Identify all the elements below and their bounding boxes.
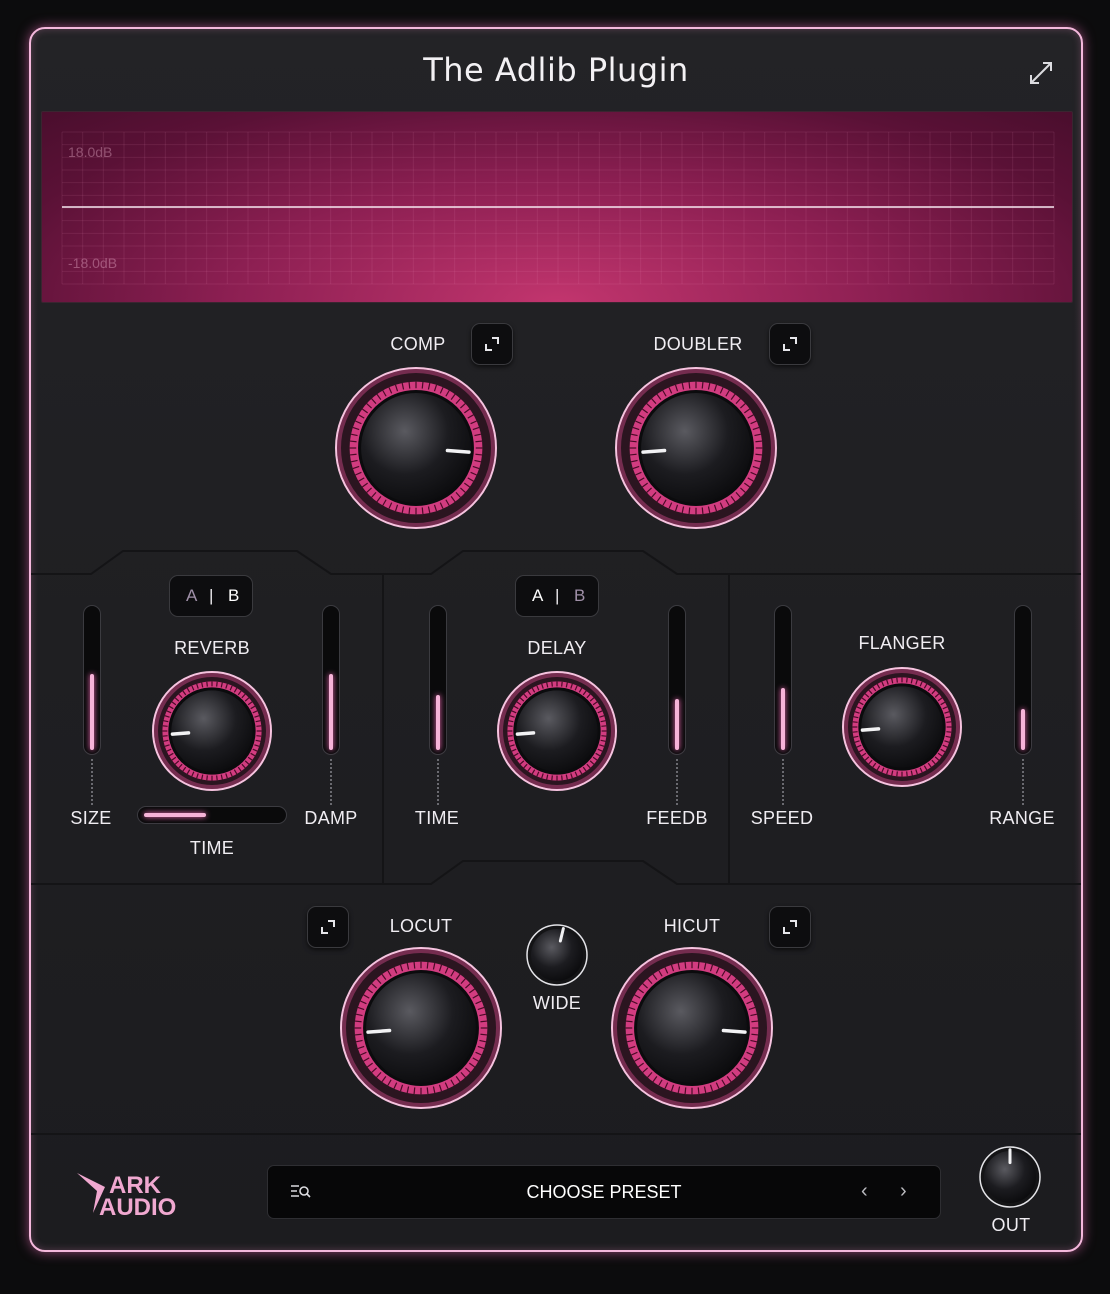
knob-pointer [721,1028,747,1034]
reverb-damp-label: DAMP [304,808,358,828]
hicut-knob[interactable] [609,945,775,1111]
flanger-speed-fader[interactable] [774,605,792,755]
footer-divider [31,1133,1081,1135]
comp-knob[interactable] [333,365,499,531]
dotted-guide [330,759,332,805]
reverb-ab-b[interactable]: B [228,586,239,606]
dotted-guide [1022,759,1024,805]
preset-selector[interactable]: CHOOSE PRESET ‹ › [267,1165,941,1219]
reverb-ab-separator: | [209,586,214,605]
flanger-range-fader[interactable] [1014,605,1032,755]
reverb-ab-toggle[interactable]: A | B [169,575,253,617]
flanger-speed-label: SPEED [750,808,814,828]
delay-knob[interactable] [495,669,619,793]
plugin-window: The Adlib Plugin 18.0dB -18.0dB COMP DOU… [29,27,1083,1252]
delay-label: DELAY [527,638,587,658]
wide-knob[interactable] [525,923,589,987]
knob-pointer [641,448,667,454]
knob-pointer [170,731,191,736]
doubler-knob[interactable] [613,365,779,531]
delay-ab-toggle[interactable]: A | B [515,575,599,617]
reverb-knob[interactable] [150,669,274,793]
knob-pointer [860,727,881,732]
locut-label: LOCUT [389,916,453,936]
knob-pointer [515,731,536,736]
delay-ab-separator: | [555,586,560,605]
doubler-expand-button[interactable] [769,323,811,365]
dotted-guide [437,759,439,805]
reverb-size-fader[interactable] [83,605,101,755]
output-knob[interactable] [978,1145,1042,1209]
delay-time-label: TIME [414,808,460,828]
expand-corners-icon [321,920,335,934]
knob-pointer [366,1028,392,1034]
expand-corners-icon [485,337,499,351]
preset-name: CHOOSE PRESET [526,1182,682,1202]
reverb-label: REVERB [174,638,250,658]
reverb-ab-a[interactable]: A [186,586,197,606]
knob-pointer [445,448,471,454]
delay-feedback-label: FEEDB [646,808,708,828]
delay-feedback-fader[interactable] [668,605,686,755]
reverb-time-label: TIME [189,838,235,858]
dotted-guide [782,759,784,805]
hicut-label: HICUT [663,916,721,936]
expand-corners-icon [783,337,797,351]
flanger-label: FLANGER [858,633,946,653]
output-label: OUT [991,1215,1031,1235]
expand-corners-icon [783,920,797,934]
wide-label: WIDE [532,993,582,1013]
comp-expand-button[interactable] [471,323,513,365]
reverb-size-label: SIZE [70,808,112,828]
flanger-knob[interactable] [840,665,964,789]
flanger-range-label: RANGE [989,808,1055,828]
dotted-guide [91,759,93,805]
doubler-label: DOUBLER [653,334,743,354]
preset-prev-button[interactable]: ‹ [861,1180,868,1203]
delay-ab-b[interactable]: B [574,586,585,606]
reverb-time-fader[interactable] [137,806,287,824]
reverb-damp-fader[interactable] [322,605,340,755]
dotted-guide [676,759,678,805]
delay-time-fader[interactable] [429,605,447,755]
locut-expand-button[interactable] [307,906,349,948]
comp-label: COMP [390,334,446,354]
ark-audio-logo: ARK AUDIO [77,1172,176,1219]
hicut-expand-button[interactable] [769,906,811,948]
logo-line2: AUDIO [99,1194,176,1219]
locut-knob[interactable] [338,945,504,1111]
preset-next-button[interactable]: › [900,1180,907,1203]
delay-ab-a[interactable]: A [532,586,543,606]
